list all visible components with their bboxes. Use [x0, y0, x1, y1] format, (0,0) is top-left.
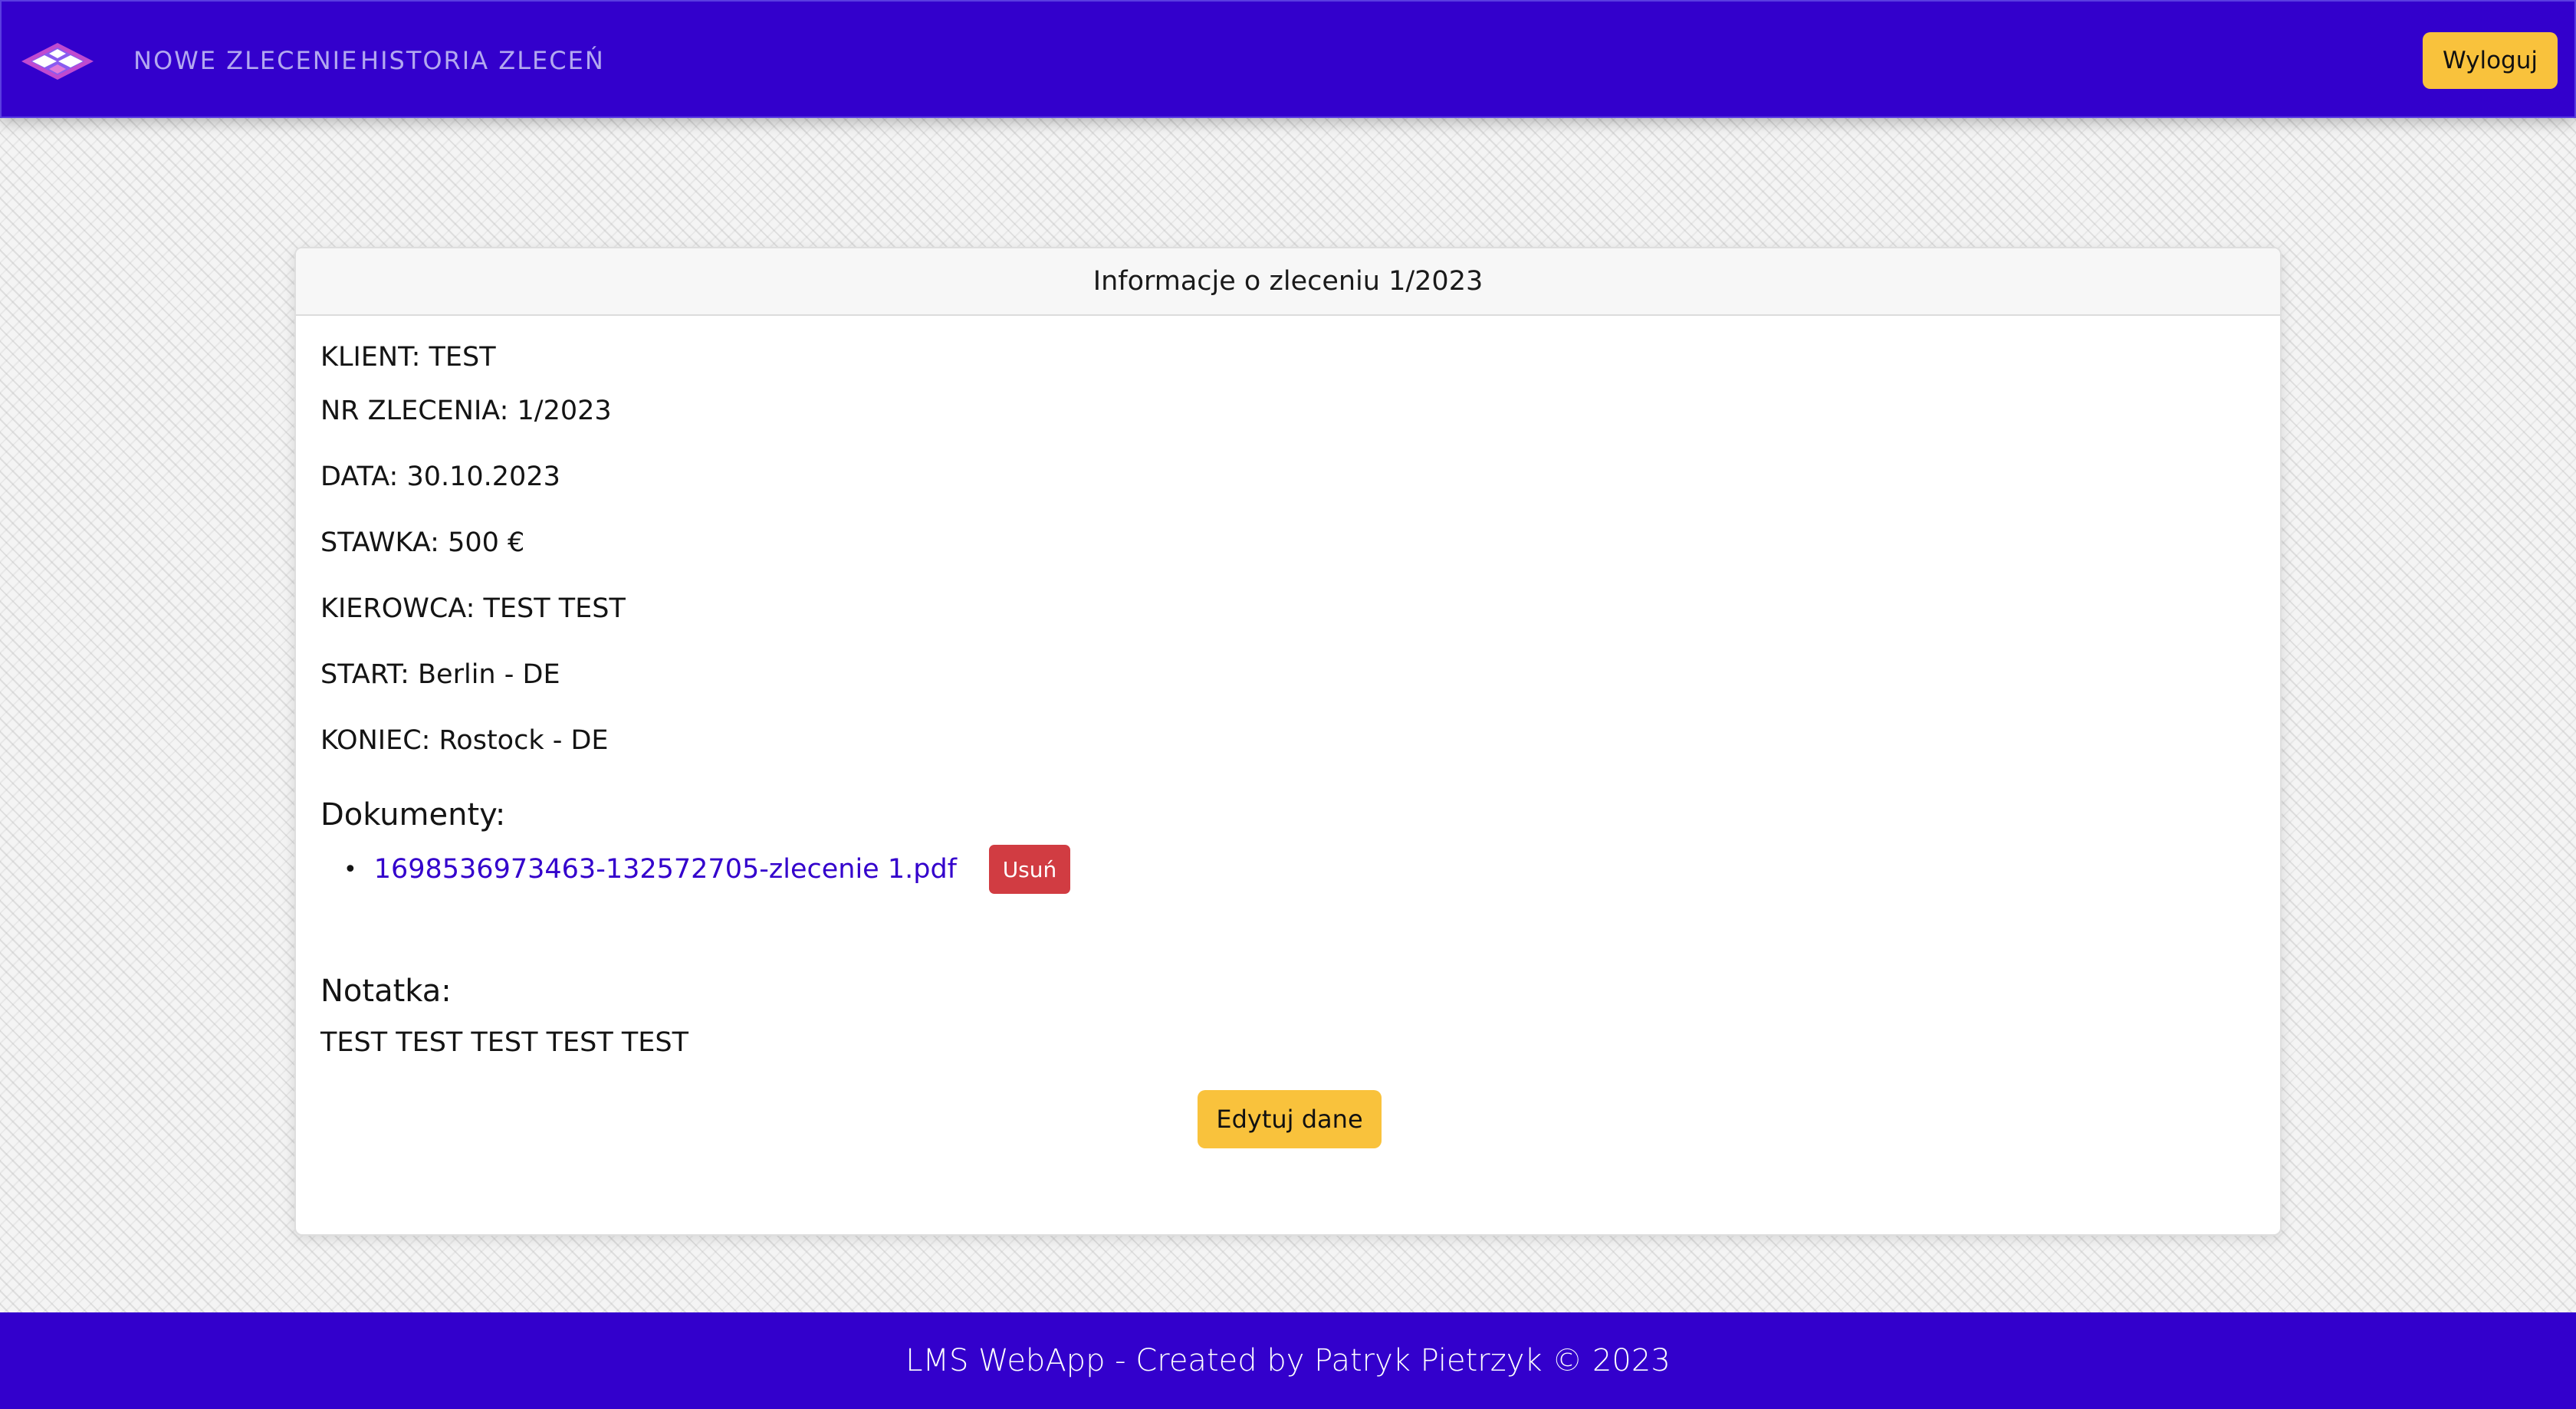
footer: LMS WebApp - Created by Patryk Pietrzyk … — [0, 1312, 2576, 1409]
note-title: Notatka: — [320, 974, 452, 1009]
footer-text: LMS WebApp - Created by Patryk Pietrzyk … — [905, 1343, 1671, 1378]
delete-document-button[interactable]: Usuń — [988, 845, 1070, 894]
nav-link-new-order[interactable]: NOWE ZLECENIE — [133, 46, 358, 75]
order-info-card: Informacje o zleceniu 1/2023 KLIENT: TES… — [294, 247, 2282, 1236]
order-number-field: NR ZLECENIA: 1/2023 — [320, 396, 612, 426]
logout-button[interactable]: Wyloguj — [2423, 32, 2558, 89]
start-field: START: Berlin - DE — [320, 659, 560, 690]
card-header-title: Informacje o zleceniu 1/2023 — [296, 248, 2280, 316]
document-link[interactable]: 1698536973463-132572705-zlecenie 1.pdf — [374, 854, 957, 885]
document-list-item: • 1698536973463-132572705-zlecenie 1.pdf… — [343, 845, 1070, 894]
top-navbar: NOWE ZLECENIE HISTORIA ZLECEŃ Wyloguj — [0, 0, 2576, 118]
driver-field: KIEROWCA: TEST TEST — [320, 593, 626, 624]
layers-logo-icon[interactable] — [17, 40, 98, 83]
client-field: KLIENT: TEST — [320, 342, 496, 373]
end-field: KONIEC: Rostock - DE — [320, 725, 609, 756]
note-text: TEST TEST TEST TEST TEST — [320, 1027, 688, 1058]
rate-field: STAWKA: 500 € — [320, 527, 525, 558]
date-field: DATA: 30.10.2023 — [320, 461, 560, 492]
nav-link-order-history[interactable]: HISTORIA ZLECEŃ — [360, 46, 605, 75]
documents-title: Dokumenty: — [320, 797, 506, 833]
edit-data-button[interactable]: Edytuj dane — [1198, 1090, 1382, 1148]
bullet-icon: • — [343, 856, 357, 883]
